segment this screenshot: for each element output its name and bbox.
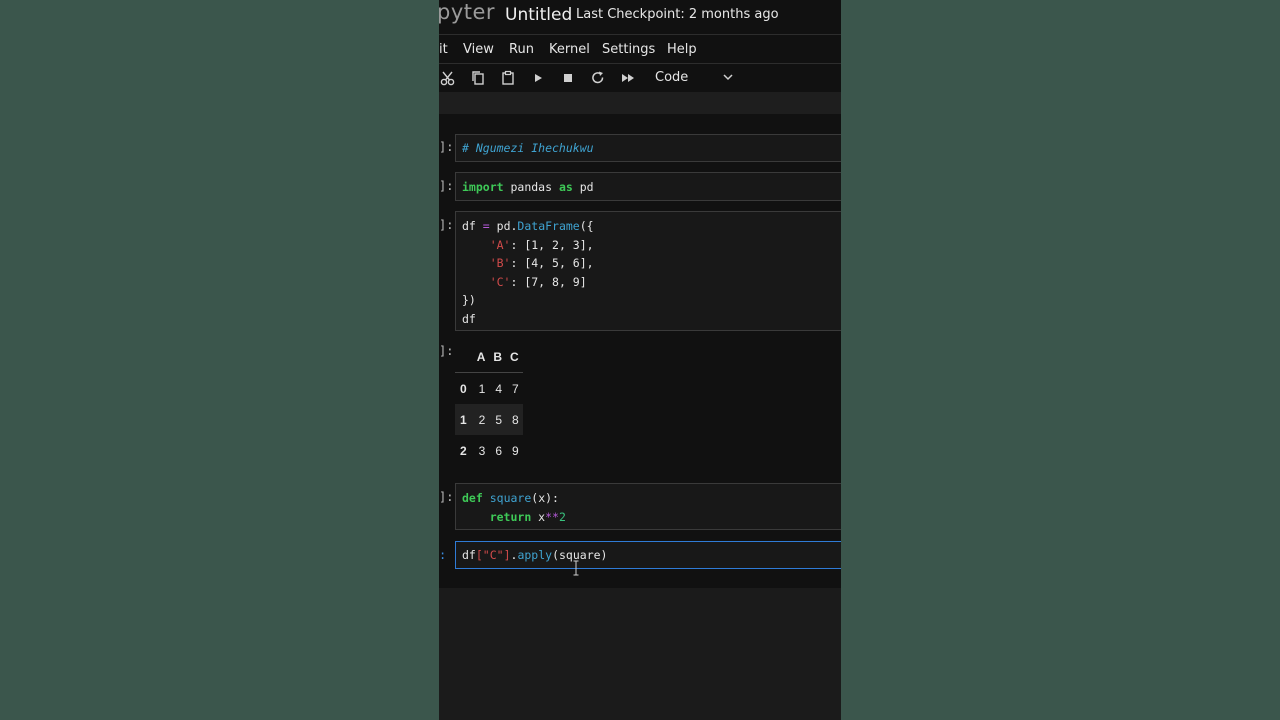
dataframe-output: A B C 0 1 4 7 1 2 5 8 2 3 6 9 [455,342,523,466]
stop-icon[interactable] [558,68,578,88]
copy-icon[interactable] [468,68,488,88]
cell-prompt: ]: [439,140,454,154]
menu-kernel[interactable]: Kernel [549,42,590,57]
notebook-empty-area [439,588,841,720]
code-cell-import[interactable]: import pandas as pd [455,172,841,201]
code-cell-apply[interactable]: df["C"].apply(square) [455,541,841,569]
code-cell-function[interactable]: def square(x): return x**2 [455,483,841,530]
checkpoint-status: Last Checkpoint: 2 months ago [576,7,779,22]
restart-icon[interactable] [588,68,608,88]
table-cell: 4 [495,381,503,396]
output-prompt: ]: [439,344,454,358]
column-header: A [472,342,490,373]
table-row: 1 2 5 8 [455,404,523,435]
title-bar: pyter Untitled Last Checkpoint: 2 months… [439,0,841,34]
menu-view[interactable]: View [463,42,494,57]
table-cell: 2 [478,412,486,427]
jupyter-logo[interactable]: pyter [439,0,495,24]
notebook-area: ]: # Ngumezi Ihechukwu ]: import pandas … [439,114,841,588]
table-row: 0 1 4 7 [455,373,523,405]
menu-settings[interactable]: Settings [602,42,655,57]
row-index: 0 [460,381,467,396]
menu-edit[interactable]: it [439,42,448,57]
row-index: 1 [460,412,467,427]
chevron-down-icon[interactable] [722,71,734,83]
cell-prompt: ]: [439,490,454,504]
table-cell: 3 [478,443,486,458]
index-header [455,342,473,373]
cell-type-select[interactable]: Code [655,70,688,85]
table-cell: 7 [512,381,519,396]
table-cell: 9 [512,443,519,458]
menu-run[interactable]: Run [509,42,534,57]
cut-icon[interactable] [439,68,458,88]
cell-prompt-active: : [439,548,447,562]
jupyter-window: pyter Untitled Last Checkpoint: 2 months… [439,0,841,720]
table-cell: 5 [495,412,503,427]
text-cursor-icon [573,560,579,576]
menu-bar: it View Run Kernel Settings Help [439,35,841,63]
paste-icon[interactable] [498,68,518,88]
table-header-row: A B C [455,342,523,373]
table-cell: 6 [495,443,503,458]
table-cell: 8 [512,412,519,427]
run-icon[interactable] [528,68,548,88]
cell-prompt: ]: [439,218,454,232]
table-row: 2 3 6 9 [455,435,523,466]
code-comment: # Ngumezi Ihechukwu [462,141,594,155]
toolbar-spacer [439,92,841,114]
menu-help[interactable]: Help [667,42,697,57]
fast-forward-icon[interactable] [618,68,638,88]
column-header: C [506,342,523,373]
row-index: 2 [460,443,467,458]
code-cell-comment[interactable]: # Ngumezi Ihechukwu [455,134,841,162]
notebook-toolbar: Code [439,64,841,92]
notebook-title[interactable]: Untitled [505,5,572,25]
cell-prompt: ]: [439,179,454,193]
code-cell-dataframe[interactable]: df = pd.DataFrame({ 'A': [1, 2, 3], 'B':… [455,211,841,331]
table-cell: 1 [478,381,486,396]
column-header: B [489,342,507,373]
